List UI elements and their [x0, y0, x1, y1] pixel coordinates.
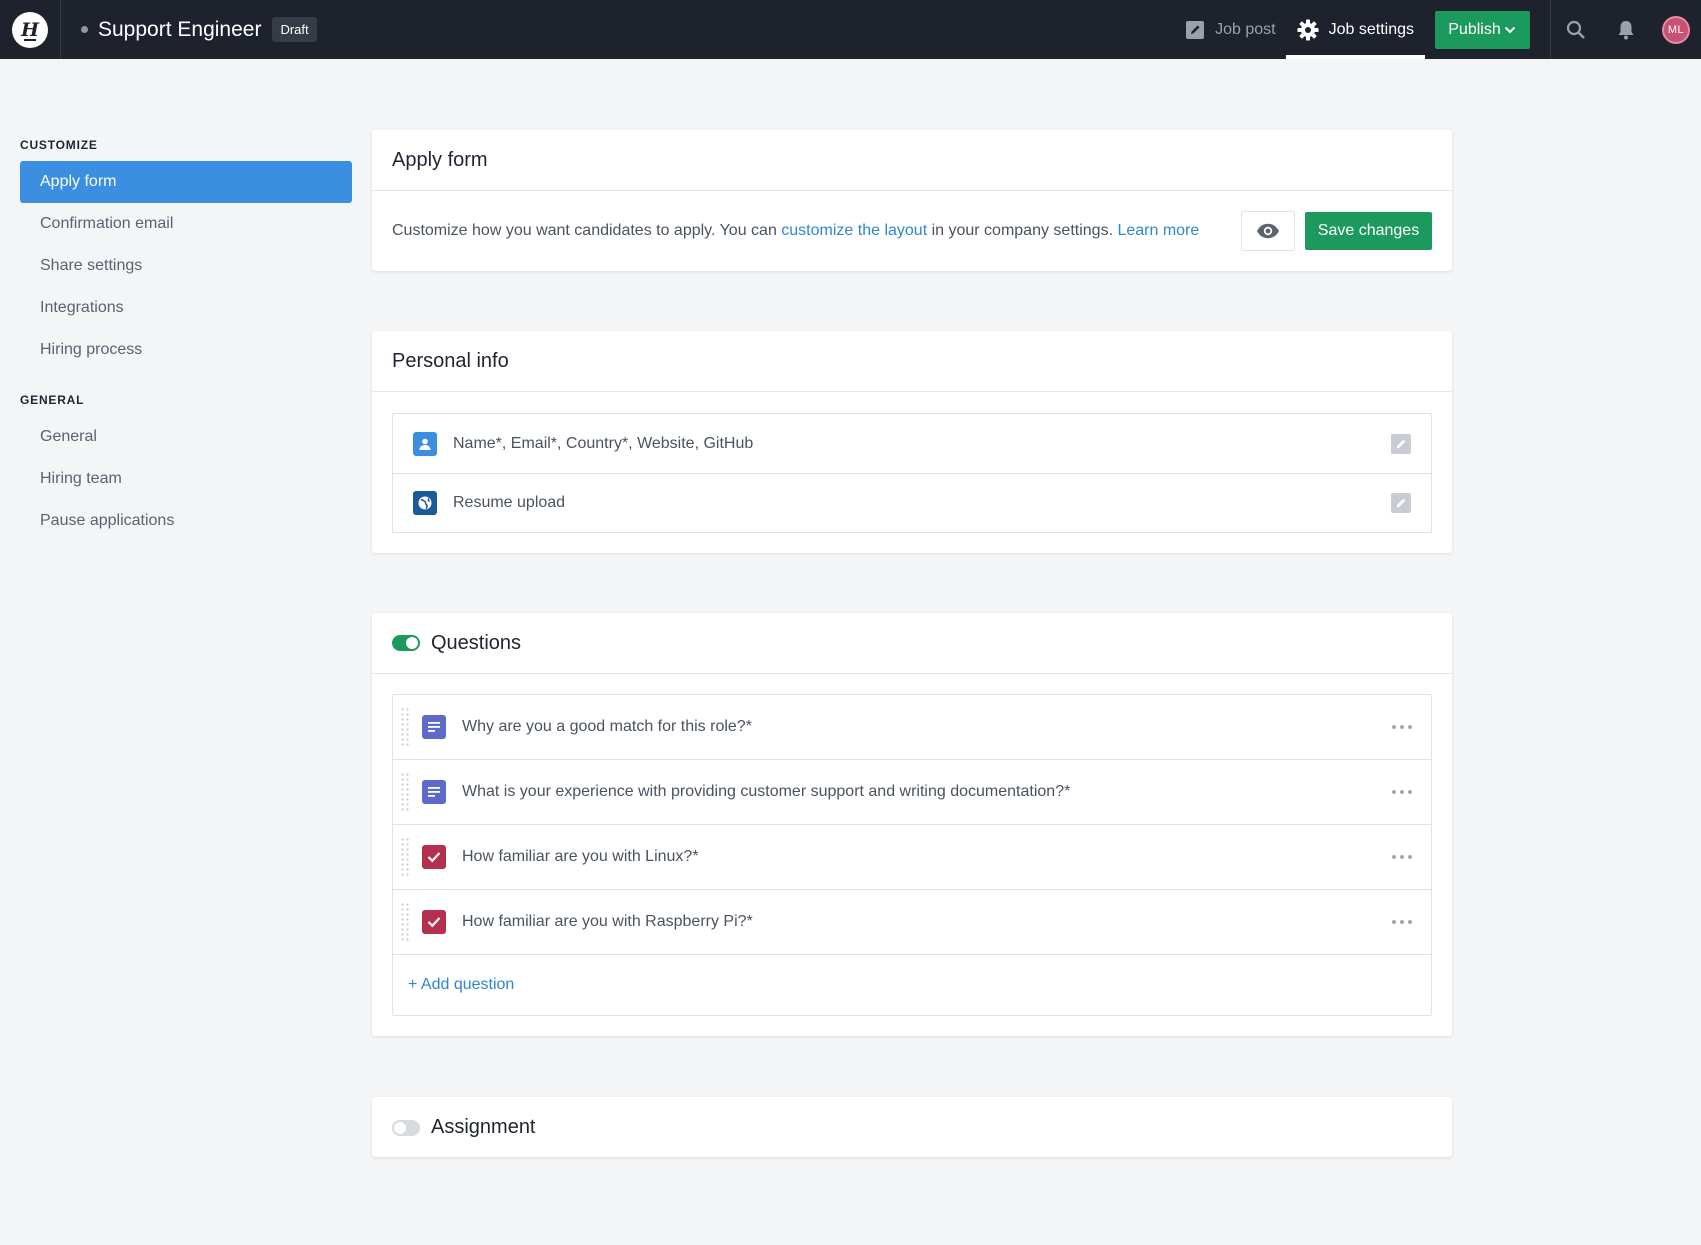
- sidebar-heading-customize: CUSTOMIZE: [20, 138, 98, 152]
- logo-letter: H: [21, 18, 39, 41]
- add-question-button[interactable]: + Add question: [393, 955, 1431, 1015]
- avatar-initials: ML: [1667, 23, 1685, 36]
- eye-icon: [1257, 223, 1279, 239]
- sidebar-item-pause-applications[interactable]: Pause applications: [20, 500, 352, 542]
- user-menu[interactable]: ML: [1651, 0, 1701, 59]
- field-text-resume: Resume upload: [453, 494, 566, 511]
- desc-text-1: Customize how you want candidates to app…: [392, 222, 782, 239]
- personal-info-title: Personal info: [372, 331, 1452, 392]
- person-icon: [413, 431, 437, 456]
- questions-title: Questions: [431, 631, 522, 654]
- question-row[interactable]: Why are you a good match for this role?*: [393, 695, 1431, 760]
- gear-icon: [1297, 19, 1319, 41]
- personal-info-fields: Name*, Email*, Country*, Website, GitHub…: [392, 413, 1432, 533]
- question-text: What is your experience with providing c…: [462, 783, 1071, 800]
- apply-form-card: Apply form Customize how you want candid…: [372, 130, 1452, 271]
- field-row-resume[interactable]: Resume upload: [393, 473, 1431, 532]
- customize-layout-link[interactable]: customize the layout: [781, 222, 927, 239]
- chevron-down-icon: [1504, 26, 1515, 33]
- question-row[interactable]: What is your experience with providing c…: [393, 760, 1431, 825]
- question-text: How familiar are you with Raspberry Pi?*: [462, 913, 753, 930]
- apply-form-description: Customize how you want candidates to app…: [392, 222, 1241, 240]
- apply-form-title: Apply form: [372, 130, 1452, 191]
- personal-info-card: Personal info Name*, Email*, Country*, W…: [372, 331, 1452, 553]
- assignment-header: Assignment: [372, 1097, 1452, 1158]
- logo[interactable]: H: [12, 11, 48, 48]
- questions-card: Questions Why are you a good match for t…: [372, 613, 1452, 1036]
- drag-handle-icon[interactable]: [400, 707, 410, 747]
- settings-sidebar: CUSTOMIZE Apply form Confirmation email …: [20, 138, 352, 542]
- checkbox-icon: [422, 910, 446, 934]
- nav-job-post[interactable]: Job post: [1185, 0, 1276, 59]
- drag-handle-icon[interactable]: [400, 902, 410, 942]
- question-text: How familiar are you with Linux?*: [462, 848, 699, 865]
- edit-icon: [1185, 20, 1205, 40]
- questions-list: Why are you a good match for this role?*…: [392, 694, 1432, 1016]
- paragraph-icon: [422, 780, 446, 804]
- edit-icon[interactable]: [1391, 493, 1411, 513]
- question-row[interactable]: How familiar are you with Linux?*: [393, 825, 1431, 890]
- search-button[interactable]: [1551, 0, 1601, 59]
- sidebar-item-apply-form[interactable]: Apply form: [20, 161, 352, 203]
- checkbox-icon: [422, 845, 446, 869]
- more-options-icon[interactable]: [1381, 725, 1423, 729]
- publish-label: Publish: [1448, 20, 1501, 38]
- more-options-icon[interactable]: [1381, 790, 1423, 794]
- nav-job-settings-label: Job settings: [1328, 20, 1414, 38]
- field-text-contact: Name*, Email*, Country*, Website, GitHub: [453, 434, 754, 452]
- sidebar-item-integrations[interactable]: Integrations: [20, 287, 352, 329]
- sidebar-item-general[interactable]: General: [20, 416, 352, 458]
- sidebar-item-share-settings[interactable]: Share settings: [20, 245, 352, 287]
- nav-job-post-label: Job post: [1215, 20, 1276, 38]
- bell-icon: [1618, 20, 1634, 39]
- publish-button[interactable]: Publish: [1435, 10, 1530, 49]
- assignment-toggle[interactable]: [392, 1119, 420, 1136]
- globe-icon: [413, 491, 437, 515]
- drag-handle-icon[interactable]: [400, 772, 410, 812]
- more-options-icon[interactable]: [1381, 855, 1423, 859]
- apply-form-description-row: Customize how you want candidates to app…: [372, 191, 1452, 271]
- assignment-title: Assignment: [431, 1116, 536, 1138]
- save-changes-button[interactable]: Save changes: [1305, 212, 1432, 250]
- question-row[interactable]: How familiar are you with Raspberry Pi?*: [393, 890, 1431, 955]
- sidebar-item-hiring-team[interactable]: Hiring team: [20, 458, 352, 500]
- notifications-button[interactable]: [1601, 0, 1651, 59]
- paragraph-icon: [422, 715, 446, 739]
- more-options-icon[interactable]: [1381, 920, 1423, 924]
- preview-button[interactable]: [1241, 211, 1295, 251]
- nav-job-settings[interactable]: Job settings: [1285, 0, 1425, 59]
- status-dot: [81, 26, 88, 33]
- logo-cell[interactable]: H: [0, 0, 61, 59]
- desc-text-2: in your company settings.: [927, 222, 1118, 239]
- learn-more-link[interactable]: Learn more: [1117, 222, 1199, 239]
- sidebar-item-hiring-process[interactable]: Hiring process: [20, 329, 352, 371]
- edit-icon[interactable]: [1391, 433, 1411, 454]
- avatar[interactable]: ML: [1662, 15, 1690, 44]
- top-bar: H Support Engineer Draft Job post Job se…: [0, 0, 1701, 59]
- questions-header: Questions: [372, 613, 1452, 674]
- assignment-card: Assignment: [372, 1097, 1452, 1157]
- field-row-contact[interactable]: Name*, Email*, Country*, Website, GitHub: [393, 414, 1431, 473]
- job-title: Support Engineer: [98, 17, 262, 41]
- question-text: Why are you a good match for this role?*: [462, 718, 752, 735]
- questions-toggle[interactable]: [392, 635, 420, 651]
- sidebar-item-confirmation-email[interactable]: Confirmation email: [20, 203, 352, 245]
- search-icon: [1566, 20, 1585, 39]
- status-badge: Draft: [272, 17, 317, 42]
- sidebar-heading-general: GENERAL: [20, 393, 85, 407]
- drag-handle-icon[interactable]: [400, 837, 410, 877]
